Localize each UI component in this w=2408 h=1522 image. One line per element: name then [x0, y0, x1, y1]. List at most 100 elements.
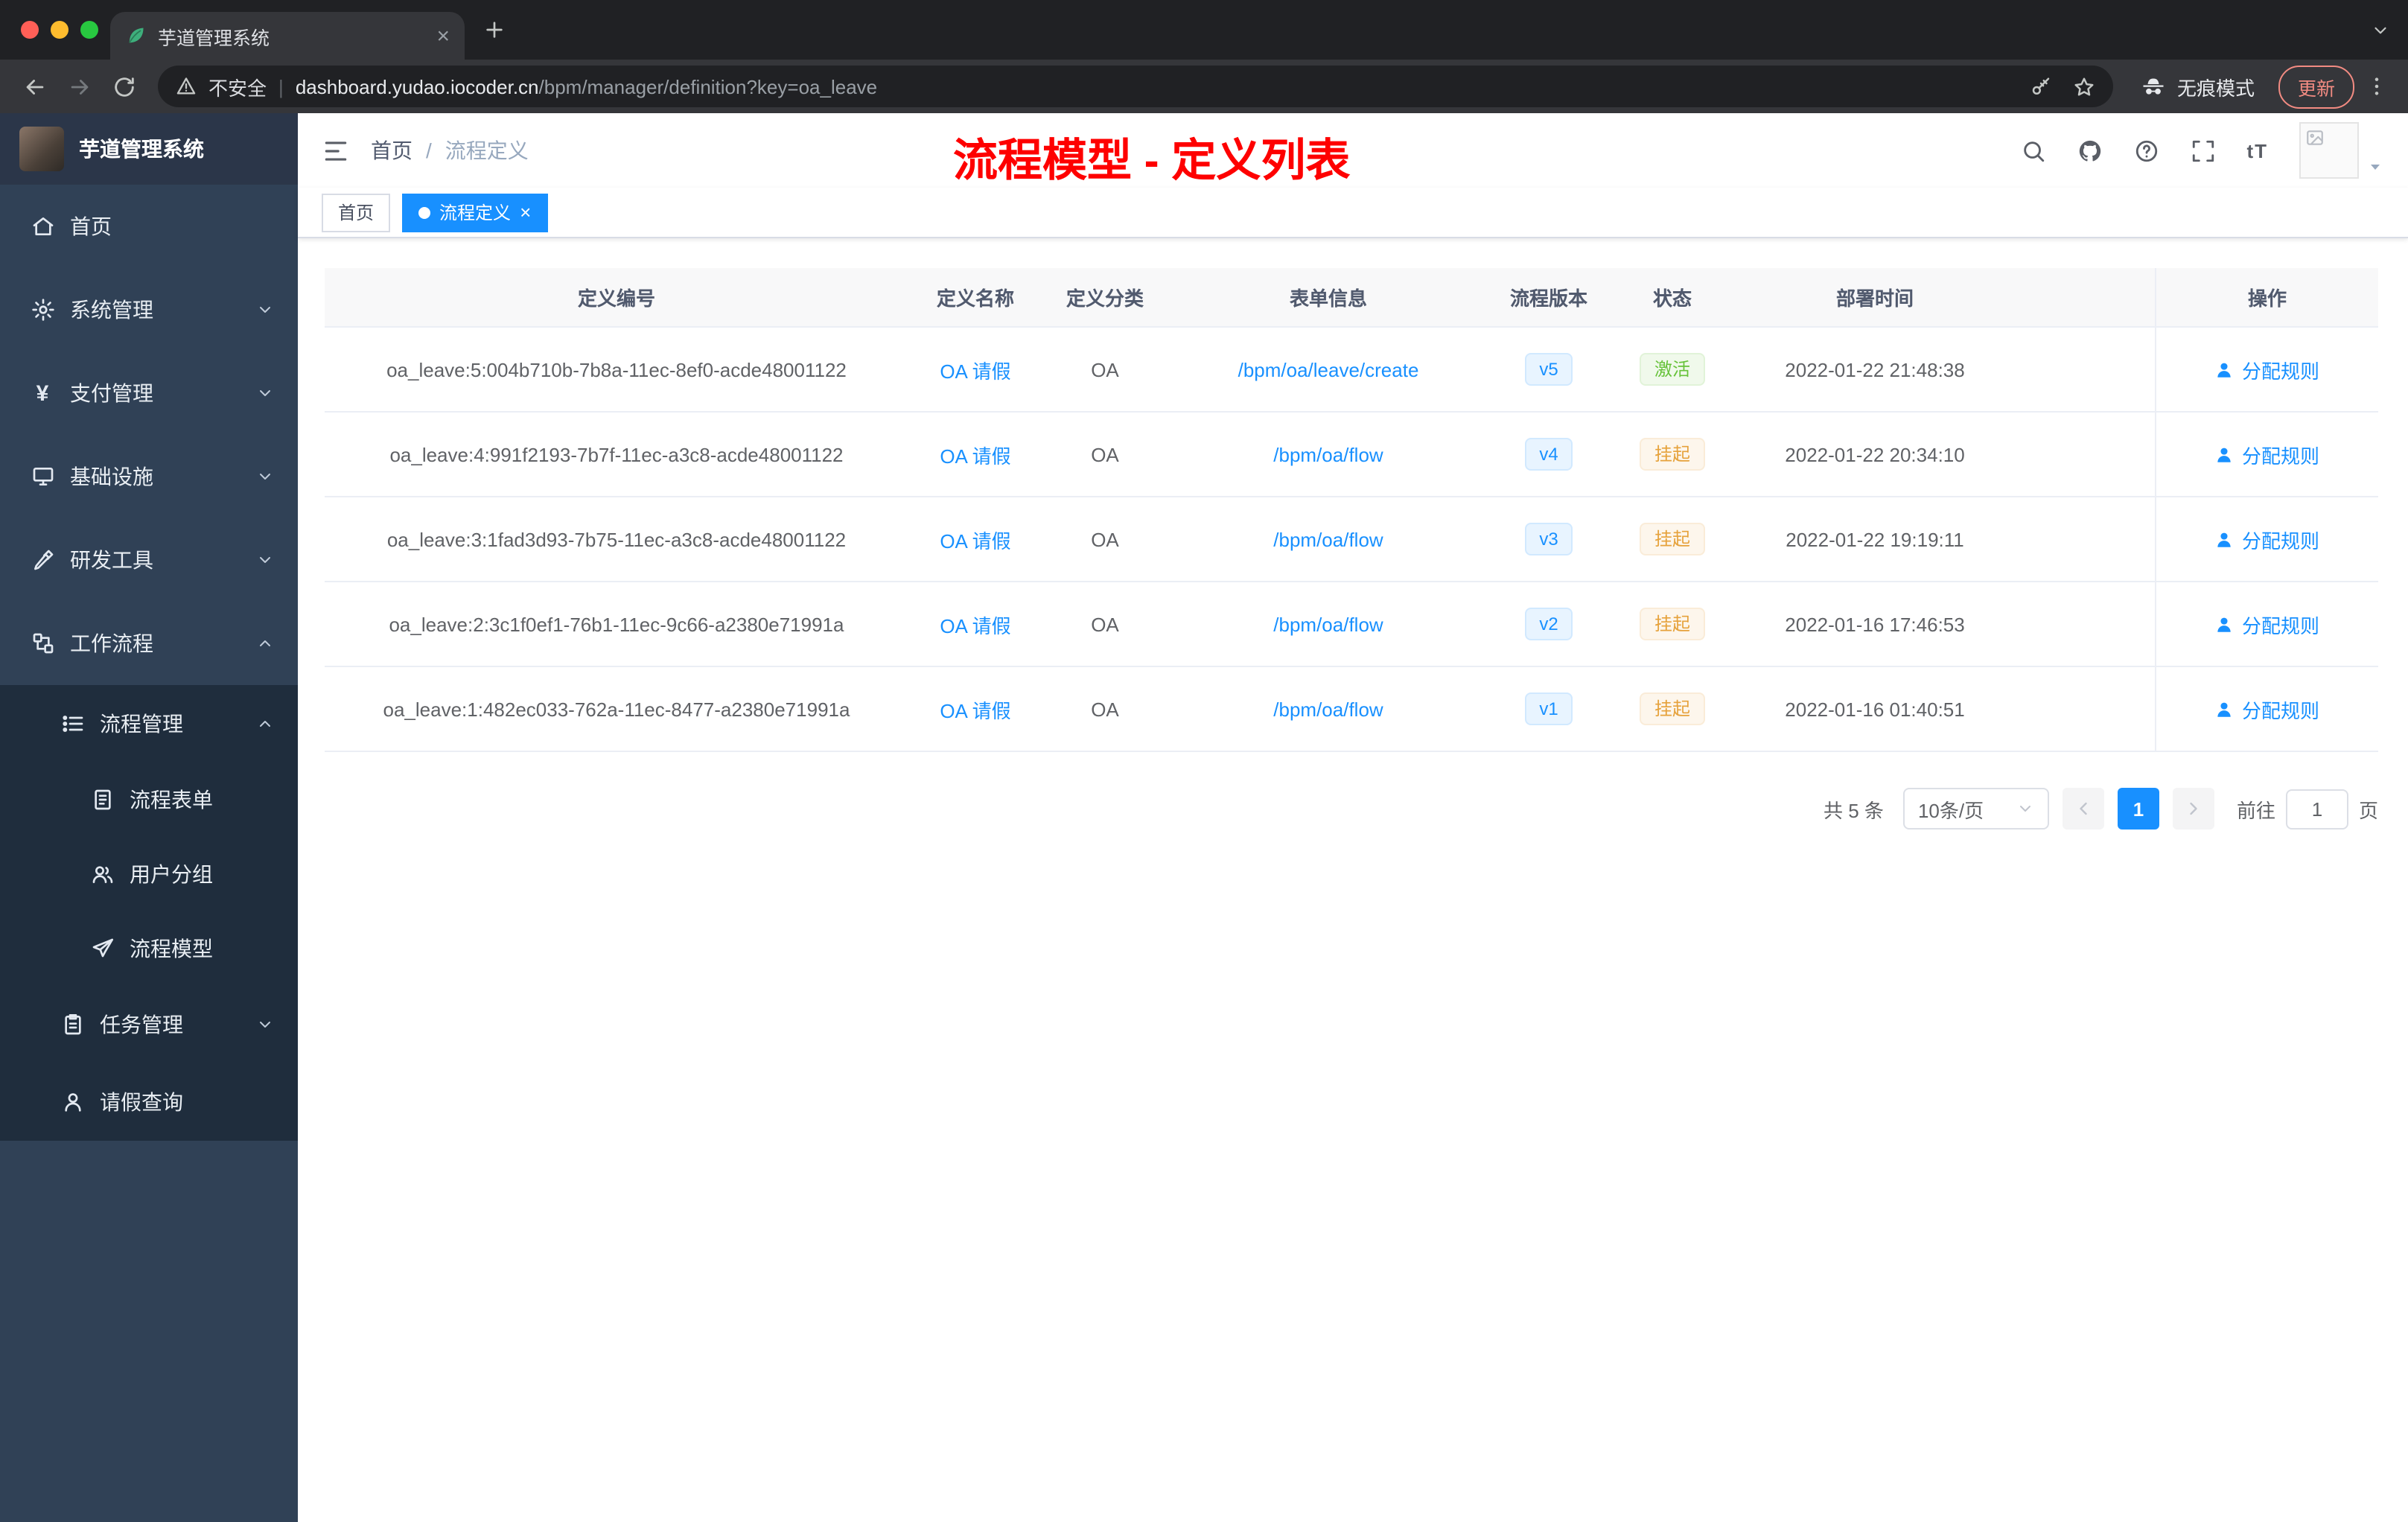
sidebar-item-process-form[interactable]: 流程表单	[0, 762, 298, 837]
page-number-button[interactable]: 1	[2117, 788, 2159, 830]
assign-rule-label: 分配规则	[2241, 445, 2319, 467]
logo-avatar	[19, 127, 64, 171]
navbar-actions: tT	[2020, 122, 2384, 179]
sidebar-item-infrastructure[interactable]: 基础设施	[0, 435, 298, 518]
page-content: 定义编号 定义名称 定义分类 表单信息 流程版本 状态 部署时间 操作 oa_leave:5:…	[298, 238, 2408, 1522]
assign-rule-link[interactable]: 分配规则	[2215, 695, 2319, 723]
fontsize-icon[interactable]: tT	[2246, 141, 2268, 160]
sidebar-item-payment-management[interactable]: ¥ 支付管理	[0, 351, 298, 435]
github-icon[interactable]	[2077, 138, 2102, 163]
sidebar-item-workflow[interactable]: 工作流程	[0, 602, 298, 685]
fullscreen-icon[interactable]	[2190, 138, 2215, 163]
breadcrumb: 首页 / 流程定义	[371, 136, 529, 165]
table-row: oa_leave:4:991f2193-7b7f-11ec-a3c8-acde4…	[325, 413, 2378, 497]
reload-button[interactable]	[104, 67, 143, 106]
breadcrumb-current: 流程定义	[445, 138, 529, 162]
assign-rule-link[interactable]: 分配规则	[2215, 355, 2319, 383]
sidebar-item-label: 流程管理	[100, 712, 183, 736]
tag-home[interactable]: 首页 ×	[322, 193, 391, 232]
column-header-ver: 流程版本	[1509, 287, 1587, 310]
breadcrumb-home[interactable]: 首页	[371, 136, 413, 165]
sidebar-item-dev-tools[interactable]: 研发工具	[0, 518, 298, 602]
assign-rule-link[interactable]: 分配规则	[2215, 610, 2319, 638]
next-page-button[interactable]	[2172, 788, 2214, 830]
sidebar-item-process-management[interactable]: 流程管理	[0, 685, 298, 762]
sidebar-item-system-management[interactable]: 系统管理	[0, 268, 298, 351]
user-filled-icon	[2215, 360, 2235, 379]
browser-tab[interactable]: 芋道管理系统 ×	[110, 12, 465, 60]
infrastructure-icon	[30, 465, 55, 488]
tag-process-definition[interactable]: 流程定义 ×	[402, 193, 548, 232]
password-key-icon[interactable]	[2030, 75, 2052, 98]
form-url-link[interactable]: /bpm/oa/flow	[1273, 698, 1383, 720]
page-size-value: 10条/页	[1917, 799, 1984, 821]
search-icon[interactable]	[2020, 138, 2045, 163]
definition-category: OA	[1091, 443, 1119, 465]
back-button[interactable]	[15, 67, 54, 106]
definition-name-link[interactable]: OA 请假	[940, 695, 1010, 723]
definition-name-link[interactable]: OA 请假	[940, 610, 1010, 638]
workflow-icon	[30, 631, 55, 655]
sidebar-item-label: 流程模型	[130, 937, 213, 961]
definition-id: oa_leave:5:004b710b-7b8a-11ec-8ef0-acde4…	[386, 358, 847, 380]
tab-title: 芋道管理系统	[158, 28, 270, 48]
assign-rule-label: 分配规则	[2241, 614, 2319, 637]
question-icon[interactable]	[2133, 138, 2159, 163]
sidebar-item-user-group[interactable]: 用户分组	[0, 837, 298, 911]
pagination: 共 5 条 10条/页 1 前往 页	[325, 788, 2378, 865]
sidebar-item-task-management[interactable]: 任务管理	[0, 986, 298, 1063]
bookmark-star-icon[interactable]	[2073, 75, 2095, 98]
sidebar-item-process-model[interactable]: 流程模型	[0, 911, 298, 986]
yen-icon: ¥	[36, 380, 49, 406]
definition-name-link[interactable]: OA 请假	[940, 355, 1010, 383]
cell-definition-name: OA 请假	[908, 497, 1042, 581]
form-url-link[interactable]: /bpm/oa/flow	[1273, 443, 1383, 465]
sidebar-toggle-button[interactable]	[322, 136, 350, 165]
form-url-link[interactable]: /bpm/oa/leave/create	[1238, 358, 1419, 380]
browser-menu-icon[interactable]	[2360, 67, 2393, 106]
definition-name-link[interactable]: OA 请假	[940, 525, 1010, 553]
table-row: oa_leave:2:3c1f0ef1-76b1-11ec-9c66-a2380…	[325, 582, 2378, 667]
sidebar-item-leave-query[interactable]: 请假查询	[0, 1063, 298, 1141]
prev-page-button[interactable]	[2062, 788, 2104, 830]
assign-rule-link[interactable]: 分配规则	[2215, 440, 2319, 468]
tab-close-icon[interactable]: ×	[436, 25, 450, 47]
new-tab-button[interactable]	[465, 0, 524, 60]
sidebar-item-label: 工作流程	[70, 631, 153, 655]
close-window-button[interactable]	[21, 21, 39, 39]
definition-name-link[interactable]: OA 请假	[940, 440, 1010, 468]
sidebar-item-home[interactable]: 首页	[0, 185, 298, 268]
address-separator: |	[278, 75, 284, 98]
annotation-title: 流程模型 - 定义列表	[953, 137, 1351, 186]
deploy-time: 2022-01-22 20:34:10	[1785, 443, 1965, 465]
cell-operation: 分配规则	[2155, 582, 2378, 666]
incognito-label: 无痕模式	[2176, 77, 2255, 99]
cell-operation: 分配规则	[2155, 667, 2378, 751]
cell-definition-name: OA 请假	[908, 582, 1042, 666]
minimize-window-button[interactable]	[51, 21, 69, 39]
sidebar-item-label: 首页	[70, 214, 112, 238]
user-menu[interactable]	[2299, 122, 2384, 179]
tab-search-chevron-icon[interactable]	[2371, 0, 2390, 60]
sidebar-logo[interactable]: 芋道管理系统	[0, 113, 298, 185]
version-badge: v4	[1524, 438, 1573, 471]
user-filled-icon	[2215, 445, 2235, 464]
page-size-select[interactable]: 10条/页	[1902, 788, 2049, 830]
zoom-window-button[interactable]	[80, 21, 98, 39]
goto-page-input[interactable]	[2285, 789, 2348, 829]
avatar[interactable]	[2299, 122, 2359, 179]
update-chrome-button[interactable]: 更新	[2278, 65, 2354, 108]
cell-definition-id: oa_leave:5:004b710b-7b8a-11ec-8ef0-acde4…	[325, 328, 908, 411]
cell-process-version: v2	[1489, 582, 1608, 666]
cell-definition-category: OA	[1042, 582, 1168, 666]
form-url-link[interactable]: /bpm/oa/flow	[1273, 528, 1383, 550]
sidebar-item-label: 研发工具	[70, 548, 153, 572]
status-badge: 挂起	[1639, 608, 1705, 640]
tag-close-icon[interactable]: ×	[520, 203, 531, 222]
address-bar[interactable]: 不安全 | dashboard.yudao.iocoder.cn /bpm/ma…	[158, 66, 2113, 107]
form-url-link[interactable]: /bpm/oa/flow	[1273, 613, 1383, 635]
assign-rule-link[interactable]: 分配规则	[2215, 525, 2319, 553]
app-shell: 芋道管理系统 首页 系统管理 ¥ 支付管理 基础设施 研发工具 工作流程 流程管…	[0, 113, 2408, 1522]
chevron-down-icon	[2016, 800, 2034, 818]
forward-button[interactable]	[60, 67, 98, 106]
